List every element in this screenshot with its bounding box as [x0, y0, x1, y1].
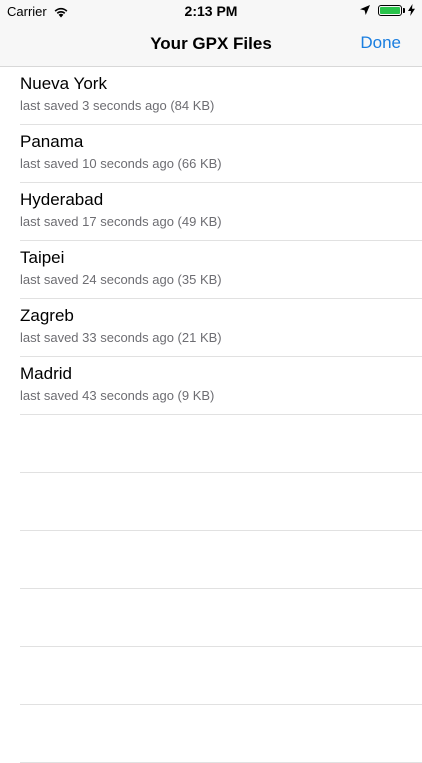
- status-bar: Carrier 2:13 PM: [0, 0, 422, 22]
- file-name: Nueva York: [20, 74, 107, 93]
- list-item[interactable]: Nueva York last saved 3 seconds ago (84 …: [20, 67, 422, 125]
- done-button[interactable]: Done: [360, 33, 401, 53]
- file-meta: last saved 10 seconds ago (66 KB): [20, 156, 222, 171]
- battery-nub: [403, 7, 405, 13]
- list-item[interactable]: Taipei last saved 24 seconds ago (35 KB): [20, 241, 422, 299]
- file-meta: last saved 3 seconds ago (84 KB): [20, 98, 215, 113]
- empty-row: [20, 589, 422, 647]
- file-meta: last saved 43 seconds ago (9 KB): [20, 388, 215, 403]
- empty-row: [20, 473, 422, 531]
- file-name: Panama: [20, 132, 84, 151]
- file-meta: last saved 33 seconds ago (21 KB): [20, 330, 222, 345]
- file-name: Taipei: [20, 248, 65, 267]
- list-item[interactable]: Zagreb last saved 33 seconds ago (21 KB): [20, 299, 422, 357]
- list-item[interactable]: Hyderabad last saved 17 seconds ago (49 …: [20, 183, 422, 241]
- gpx-file-list: Nueva York last saved 3 seconds ago (84 …: [0, 67, 422, 763]
- list-item[interactable]: Madrid last saved 43 seconds ago (9 KB): [20, 357, 422, 415]
- file-meta: last saved 17 seconds ago (49 KB): [20, 214, 222, 229]
- page-title: Your GPX Files: [150, 34, 272, 53]
- battery-level: [380, 6, 400, 14]
- navigation-bar: Your GPX Files Done: [0, 22, 422, 67]
- empty-row: [20, 531, 422, 589]
- charging-bolt-icon: [408, 4, 415, 16]
- battery-icon: [378, 4, 402, 16]
- file-name: Madrid: [20, 364, 72, 383]
- file-name: Hyderabad: [20, 190, 104, 209]
- file-meta: last saved 24 seconds ago (35 KB): [20, 272, 222, 287]
- list-item[interactable]: Panama last saved 10 seconds ago (66 KB): [20, 125, 422, 183]
- empty-row: [20, 705, 422, 763]
- location-arrow-icon: [360, 5, 370, 15]
- status-right: [359, 4, 416, 16]
- empty-row: [20, 647, 422, 705]
- empty-row: [20, 415, 422, 473]
- file-name: Zagreb: [20, 306, 74, 325]
